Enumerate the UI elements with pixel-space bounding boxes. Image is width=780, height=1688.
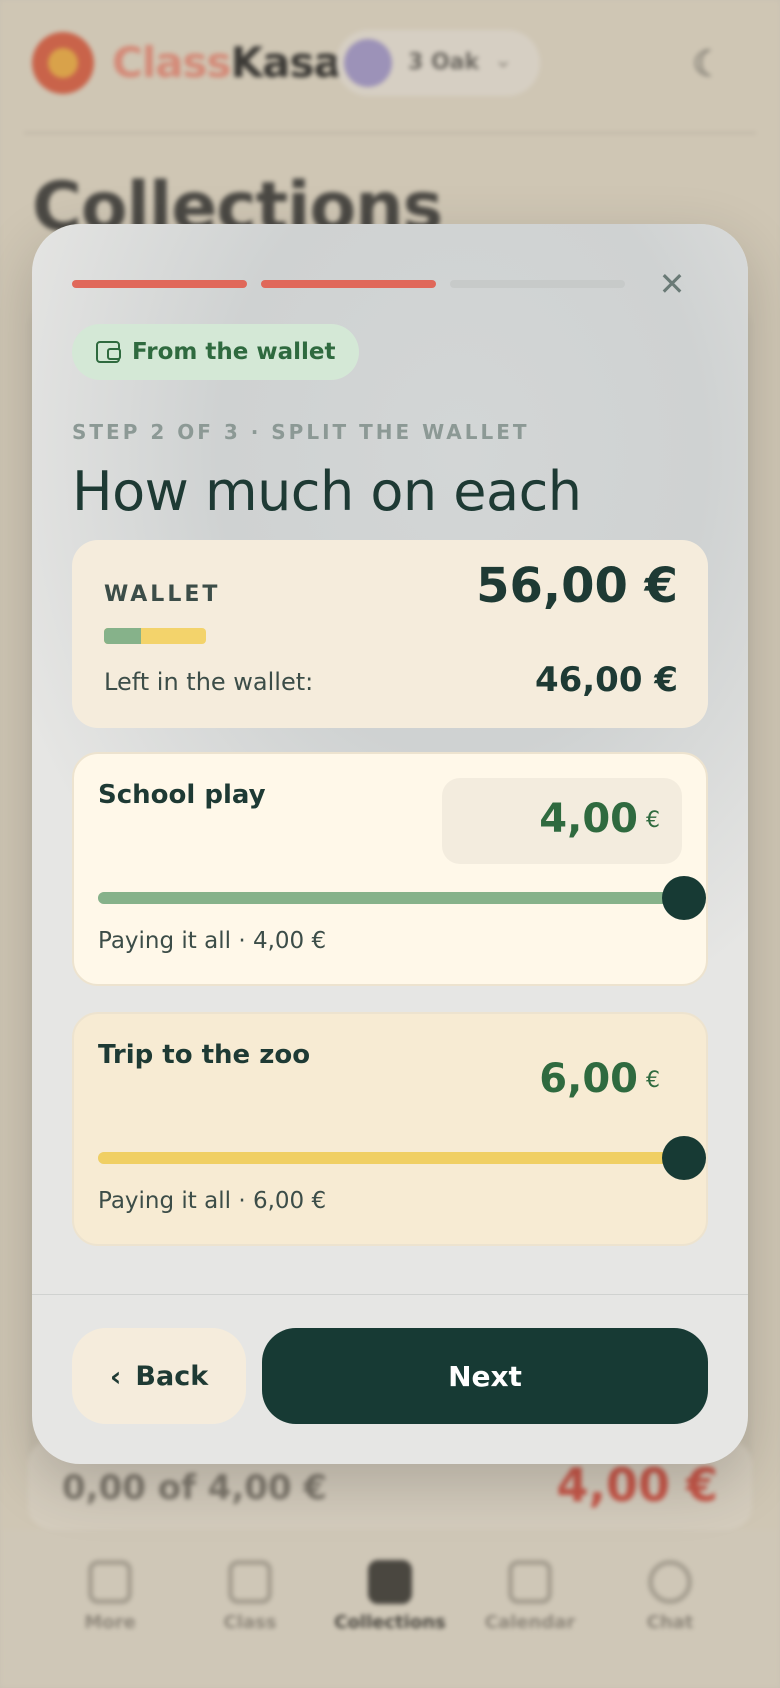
progress-segment [72, 280, 247, 288]
app-brand: ClassKasa [112, 38, 342, 87]
next-button[interactable]: Next [262, 1328, 708, 1424]
allocation-currency: € [646, 1068, 660, 1093]
slider-thumb[interactable] [662, 1136, 706, 1180]
source-chip-label: From the wallet [132, 339, 336, 365]
wallet-icon [96, 341, 121, 363]
calendar-icon [508, 1560, 552, 1604]
allocation-slider[interactable] [98, 876, 706, 920]
wallet-summary-card: WALLET 56,00 € Left in the wallet: 46,00… [72, 540, 708, 728]
allocation-card-school-play: School play 4,00 € Paying it all · 4,00 … [72, 752, 708, 986]
nav-label: Calendar [484, 1612, 576, 1633]
slider-fill [98, 892, 684, 904]
wallet-icon [368, 1560, 412, 1604]
allocation-card-trip-to-the-zoo: Trip to the zoo 6,00 € Paying it all · 6… [72, 1012, 708, 1246]
source-chip: From the wallet [72, 324, 360, 380]
slider-fill [98, 1152, 684, 1164]
allocation-status: Paying it all · 4,00 € [98, 928, 327, 954]
brand-part-1: Class [112, 38, 232, 87]
wallet-left-value: 46,00 € [534, 660, 678, 700]
footer-divider [32, 1294, 748, 1295]
header-divider [24, 132, 756, 134]
allocation-status: Paying it all · 6,00 € [98, 1188, 327, 1214]
app-header: ClassKasa 3 Oak ⌄ ☾ [0, 0, 780, 130]
allocation-amount: 6,00 [539, 1056, 638, 1102]
slider-thumb[interactable] [662, 876, 706, 920]
class-icon [228, 1560, 272, 1604]
bottom-nav: More Class Collections Calendar Chat [0, 1530, 780, 1688]
nav-item-chat: Chat [600, 1560, 740, 1633]
allocation-slider[interactable] [98, 1136, 706, 1180]
modal-title: How much on each [72, 460, 582, 523]
allocation-amount: 4,00 [539, 796, 638, 842]
nav-label: Chat [646, 1612, 694, 1633]
split-wallet-modal: ✕ From the wallet STEP 2 OF 3 · SPLIT TH… [32, 224, 748, 1464]
close-button[interactable]: ✕ [650, 262, 694, 306]
collection-amount: 4,00 € [556, 1458, 718, 1512]
back-button[interactable]: ‹ Back [72, 1328, 246, 1424]
wallet-usage-fill [104, 628, 141, 644]
allocation-name: School play [98, 780, 266, 810]
chevron-left-icon: ‹ [109, 1359, 122, 1393]
nav-item-calendar: Calendar [460, 1560, 600, 1633]
menu-icon [88, 1560, 132, 1604]
wallet-usage-bar [104, 628, 206, 644]
progress-segment [261, 280, 436, 288]
class-name: 3 Oak [408, 50, 480, 75]
nav-label: More [84, 1612, 136, 1633]
step-label: STEP 2 OF 3 · SPLIT THE WALLET [72, 420, 530, 444]
step-progress [72, 280, 625, 288]
nav-item-collections: Collections [312, 1542, 468, 1652]
next-button-label: Next [448, 1359, 522, 1393]
wallet-label: WALLET [104, 582, 221, 607]
class-avatar [344, 39, 392, 87]
allocation-currency: € [646, 808, 660, 833]
close-icon: ✕ [658, 265, 686, 303]
chat-icon [648, 1560, 692, 1604]
back-button-label: Back [135, 1360, 209, 1392]
allocation-amount-input[interactable]: 6,00 € [442, 1038, 682, 1124]
nav-item-more: More [40, 1560, 180, 1633]
nav-item-class: Class [180, 1560, 320, 1633]
wallet-total: 56,00 € [476, 558, 678, 614]
wallet-left-label: Left in the wallet: [104, 668, 314, 696]
brand-part-2: Kasa [230, 38, 342, 87]
progress-segment [450, 280, 625, 288]
nav-label: Collections [334, 1612, 446, 1633]
allocation-amount-input[interactable]: 4,00 € [442, 778, 682, 864]
chevron-down-icon: ⌄ [494, 48, 513, 73]
collection-progress: 0,00 of 4,00 € [62, 1468, 328, 1508]
nav-label: Class [223, 1612, 277, 1633]
app-logo-icon [32, 32, 94, 94]
class-switcher: 3 Oak ⌄ [336, 30, 540, 96]
allocation-name: Trip to the zoo [98, 1040, 311, 1070]
moon-icon: ☾ [692, 44, 725, 85]
